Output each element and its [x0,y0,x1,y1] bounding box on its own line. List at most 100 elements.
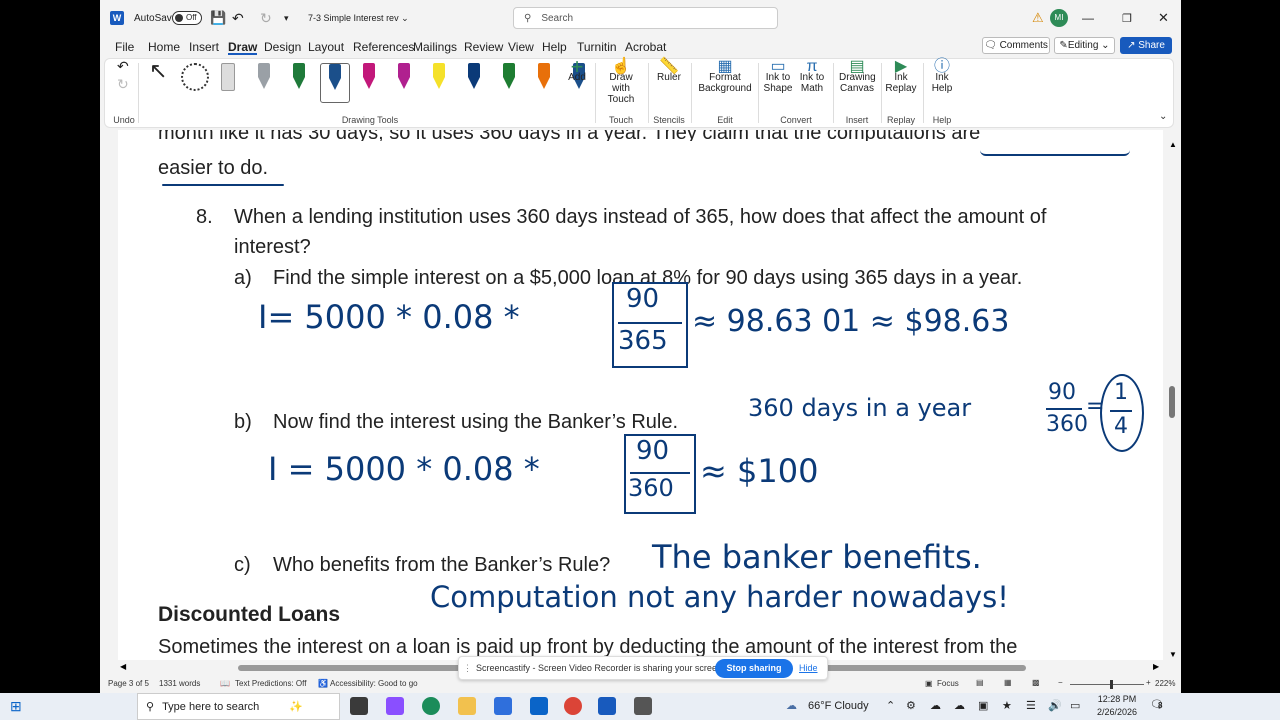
ink-help-button[interactable]: ⓘ Ink Help [927,59,957,95]
show-hidden-icons[interactable]: ⌃ [886,699,895,712]
warning-icon[interactable]: ⚠ [1032,0,1044,36]
hide-link[interactable]: Hide [799,663,818,673]
avatar[interactable]: MI [1050,0,1068,36]
pen-7-icon[interactable] [465,63,483,97]
tray-icon[interactable]: ★ [1002,699,1012,712]
drag-handle-icon[interactable]: ⋮ [463,663,472,674]
ink-replay-button[interactable]: ▶ Ink Replay [885,59,917,95]
comments-button[interactable]: 🗨 Comments [982,37,1050,54]
network-icon[interactable]: ☰ [1026,699,1036,712]
ink-to-shape-button[interactable]: ▭ Ink to Shape [763,59,793,95]
taskbar-search-box[interactable]: ⚲ Type here to search ✨ [137,693,340,720]
accessibility-status[interactable]: Accessibility: Good to go [330,679,418,688]
pen-5-icon[interactable] [395,63,413,97]
collapse-ribbon-icon[interactable]: ⌄ [1159,111,1167,122]
stop-sharing-button[interactable]: Stop sharing [715,659,793,678]
weather-status[interactable]: 66°F Cloudy [808,700,869,712]
tab-help[interactable]: Help [542,39,567,55]
save-icon[interactable]: 💾 [210,0,226,36]
tab-draw[interactable]: Draw [228,39,258,55]
pen-2-icon[interactable] [290,63,308,97]
select-arrow-icon[interactable]: ↖ [149,60,167,82]
copilot-icon[interactable]: ✨ [289,700,303,713]
pen-1-icon[interactable] [255,63,273,97]
format-background-button[interactable]: ▦ Format Background [697,59,753,95]
pen-4-icon[interactable] [360,63,378,97]
windows-start-icon[interactable]: ⊞ [10,698,22,715]
tab-references[interactable]: References [353,39,414,55]
share-button[interactable]: ↗ Share [1120,37,1172,54]
page-count[interactable]: Page 3 of 5 [108,679,149,688]
lasso-icon[interactable] [181,63,209,91]
print-layout-icon[interactable]: ▦ [1004,678,1012,687]
minimize-icon[interactable]: — [1082,0,1094,36]
undo-icon[interactable]: ↶ [232,0,244,36]
pen-6-icon[interactable] [430,63,448,97]
web-layout-icon[interactable]: ▩ [1032,678,1040,687]
pen-9-icon[interactable] [535,63,553,97]
ruler-button[interactable]: 📏 Ruler [653,59,685,84]
pen-3-icon[interactable] [320,63,350,103]
volume-icon[interactable]: 🔊 [1048,699,1062,712]
scroll-down-icon[interactable]: ▼ [1169,650,1177,659]
clock[interactable]: 12:28 PM 2/26/2026 [1092,693,1142,719]
notifications-button[interactable]: 🗨 8 [1150,698,1164,711]
scroll-left-icon[interactable]: ◀ [120,662,126,671]
camera-icon[interactable] [634,697,652,715]
tab-acrobat[interactable]: Acrobat [625,39,666,55]
tab-insert[interactable]: Insert [189,39,219,55]
drawing-canvas-button[interactable]: ▤ Drawing Canvas [839,59,876,95]
vertical-scrollbar[interactable]: ▲ ▼ [1163,140,1181,662]
close-icon[interactable]: ✕ [1158,0,1169,36]
redo-icon[interactable]: ↻ [260,0,272,36]
eraser-icon[interactable] [221,63,235,91]
zoom-slider-thumb[interactable] [1110,680,1113,689]
redo-ribbon-icon[interactable]: ↻ [117,77,129,91]
read-mode-icon[interactable]: ▤ [976,678,984,687]
zoom-slider[interactable] [1070,684,1144,685]
tab-view[interactable]: View [508,39,534,55]
doc-title-button[interactable]: 7-3 Simple Interest rev ⌄ [308,0,409,36]
task-view-icon[interactable] [350,697,368,715]
tray-icon[interactable]: ☁ [930,699,941,712]
tab-home[interactable]: Home [148,39,180,55]
search-box[interactable]: ⚲ Search [513,0,778,36]
tab-mailings[interactable]: Mailings [413,39,457,55]
pen-8-icon[interactable] [500,63,518,97]
tray-icon[interactable]: ▣ [978,699,988,712]
focus-button[interactable]: Focus [937,679,959,688]
proofing-icon[interactable]: 📖 [220,679,230,688]
tab-review[interactable]: Review [464,39,503,55]
tab-turnitin[interactable]: Turnitin [577,39,617,55]
scrollbar-thumb[interactable] [1169,386,1175,418]
restore-icon[interactable]: ❐ [1122,0,1132,36]
chrome-icon[interactable] [564,697,582,715]
tab-file[interactable]: File [115,39,134,55]
scroll-up-icon[interactable]: ▲ [1169,140,1177,149]
ink-to-math-button[interactable]: π Ink to Math [797,59,827,95]
zoom-in-icon[interactable]: + [1146,678,1151,687]
battery-icon[interactable]: ▭ [1070,699,1080,712]
outlook-icon[interactable] [530,697,548,715]
tray-icon[interactable]: ⚙ [906,699,916,712]
tab-design[interactable]: Design [264,39,301,55]
store-icon[interactable] [494,697,512,715]
text-predictions[interactable]: Text Predictions: Off [235,679,306,688]
copilot-app-icon[interactable] [386,697,404,715]
word-taskbar-icon[interactable] [598,697,616,715]
document-page[interactable]: month like it has 30 days, so it uses 36… [118,130,1163,660]
zoom-out-icon[interactable]: − [1058,678,1063,687]
zoom-level[interactable]: 222% [1155,679,1175,688]
file-explorer-icon[interactable] [458,697,476,715]
customize-qat-icon[interactable]: ▾ [284,0,289,36]
word-count[interactable]: 1331 words [159,679,200,688]
scroll-right-icon[interactable]: ▶ [1153,662,1159,671]
add-pen-button[interactable]: + Add [564,56,590,84]
tray-icon[interactable]: ☁ [954,699,965,712]
tab-layout[interactable]: Layout [308,39,344,55]
undo-ribbon-icon[interactable]: ↶ [117,59,129,73]
autosave-toggle[interactable]: Off [172,0,202,36]
edge-icon[interactable] [422,697,440,715]
editing-button[interactable]: ✎Editing ⌄ [1054,37,1115,54]
draw-with-touch-button[interactable]: ☝ Draw with Touch [600,59,642,106]
